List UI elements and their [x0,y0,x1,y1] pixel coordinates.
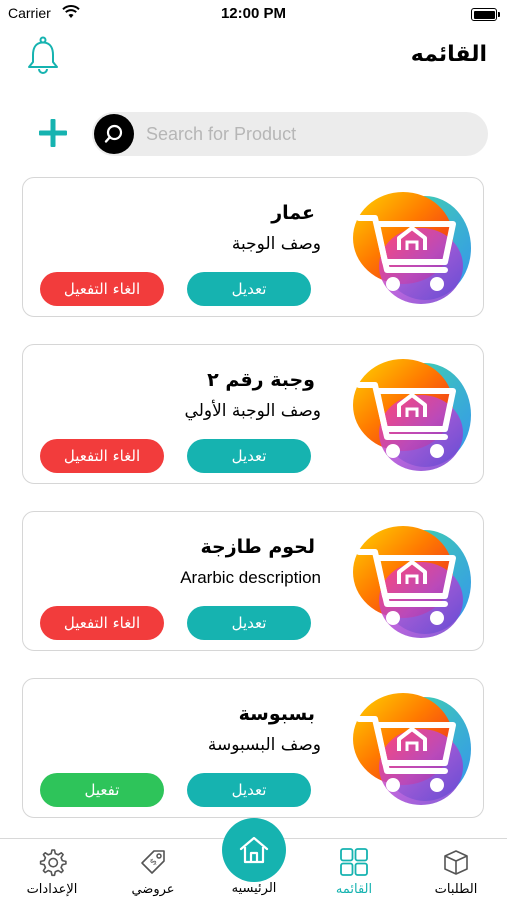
product-cart-image [341,355,471,475]
deactivate-button[interactable]: الغاء التفعيل [40,272,164,306]
edit-button[interactable]: تعديل [187,272,311,306]
box-icon [444,850,468,875]
product-card: لحوم طازجة Ararbic description تعديل الغ… [22,511,484,651]
tab-settings[interactable]: الإعدادات [2,839,102,901]
tab-settings-label: الإعدادات [26,882,78,897]
deactivate-button[interactable]: الغاء التفعيل [40,606,164,640]
product-cart-image [341,188,471,308]
edit-button[interactable]: تعديل [187,439,311,473]
add-product-button[interactable] [36,116,70,150]
deactivate-button[interactable]: الغاء التفعيل [40,439,164,473]
product-title: وجبة رقم ٢ [207,369,315,391]
product-card: بسبوسة وصف البسبوسة تعديل تفعيل [22,678,484,818]
activate-button[interactable]: تفعيل [40,773,164,807]
tab-offers[interactable]: $ عروضي [103,839,203,901]
tab-menu-label: القائمه [335,882,373,897]
tab-orders[interactable]: الطلبات [406,839,506,901]
product-card: وجبة رقم ٢ وصف الوجبة الأولي تعديل الغاء… [22,344,484,484]
search-icon[interactable] [94,114,134,154]
tab-orders-label: الطلبات [434,882,478,897]
tab-menu[interactable]: القائمه [304,839,404,901]
product-title: لحوم طازجة [200,536,315,558]
product-description: وصف البسبوسة [207,735,321,755]
grid-icon [340,848,368,876]
product-description: Ararbic description [180,568,321,587]
tab-home-label: الرئيسيه [231,881,277,896]
product-cart-image [341,522,471,642]
edit-button[interactable]: تعديل [187,773,311,807]
tab-home[interactable] [222,818,286,882]
search-bar[interactable] [92,112,488,156]
header: القائمه [0,30,507,80]
status-bar: Carrier 12:00 PM [0,0,507,30]
page-title: القائمه [410,42,487,67]
product-cart-image [341,689,471,809]
gear-icon [39,849,67,877]
clock: 12:00 PM [220,5,287,22]
edit-button[interactable]: تعديل [187,606,311,640]
tab-offers-label: عروضي [131,882,175,897]
product-title: عمار [271,202,315,224]
home-icon [239,836,269,864]
product-card: عمار وصف الوجبة تعديل الغاء التفعيل [22,177,484,317]
product-description: وصف الوجبة الأولي [184,401,321,421]
product-title: بسبوسة [238,703,315,725]
bell-icon[interactable] [25,35,61,75]
price-tag-icon: $ [141,850,165,874]
search-input[interactable] [146,112,476,156]
product-description: وصف الوجبة [231,234,321,254]
battery-icon [471,8,500,21]
